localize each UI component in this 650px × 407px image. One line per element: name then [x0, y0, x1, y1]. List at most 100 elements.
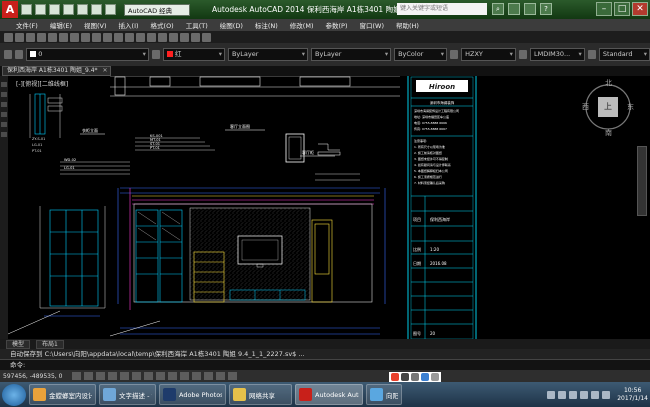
command-input[interactable]: 命令:	[0, 359, 650, 370]
open-file-icon[interactable]	[35, 4, 46, 15]
save-icon[interactable]	[49, 4, 60, 15]
text-style-icon[interactable]	[450, 50, 459, 59]
menu-parametric[interactable]: 参数(P)	[325, 20, 347, 30]
preview-icon[interactable]	[48, 32, 57, 42]
search-input[interactable]: 键入关键字或短语	[397, 3, 487, 15]
viewport-controls[interactable]: [-][俯视][二维线框]	[16, 79, 68, 88]
task-jintanglang[interactable]: 金螳螂室内设计C...	[29, 384, 96, 405]
3d-object-snap-icon[interactable]	[144, 372, 154, 380]
menu-view[interactable]: 视图(V)	[84, 20, 107, 30]
paste-icon[interactable]	[81, 32, 90, 42]
task-chat[interactable]: 向阳	[366, 384, 402, 405]
viewcube-south[interactable]: 南	[605, 128, 612, 138]
layer-state-icon[interactable]	[15, 50, 24, 59]
menu-file[interactable]: 文件(F)	[16, 20, 38, 30]
navigation-bar[interactable]	[637, 146, 647, 216]
copy-icon[interactable]	[70, 32, 79, 42]
menu-insert[interactable]: 插入(I)	[119, 20, 139, 30]
user-icon[interactable]	[508, 3, 520, 15]
help-icon[interactable]: ?	[540, 3, 552, 15]
match-properties-icon[interactable]	[92, 32, 101, 42]
viewcube-east[interactable]: 东	[627, 102, 634, 112]
make-current-icon[interactable]	[151, 50, 160, 59]
ime-punctuation-icon[interactable]	[411, 373, 419, 381]
viewcube-west[interactable]: 西	[582, 102, 589, 112]
close-button[interactable]: ✕	[632, 2, 648, 16]
menu-draw[interactable]: 绘图(D)	[220, 20, 243, 30]
menu-tools[interactable]: 工具(T)	[186, 20, 208, 30]
task-autocad[interactable]: Autodesk AutoC...	[295, 384, 363, 405]
new-file-icon[interactable]	[21, 4, 32, 15]
lineweight-select[interactable]: ByLayer	[311, 48, 392, 61]
plot-style-select[interactable]: ByColor	[394, 48, 447, 61]
open-icon[interactable]	[15, 32, 24, 42]
zoom-previous-icon[interactable]	[158, 32, 167, 42]
table-style-icon[interactable]	[587, 50, 596, 59]
redo-icon[interactable]	[114, 32, 123, 42]
tab-layout1[interactable]: 布局1	[36, 339, 64, 349]
viewcube-top-face[interactable]: 上	[598, 97, 618, 117]
new-icon[interactable]	[4, 32, 13, 42]
volume-icon[interactable]	[558, 390, 567, 399]
table-style-select[interactable]: Standard	[598, 48, 650, 61]
clock[interactable]: 10:56 2017/1/14	[617, 387, 648, 403]
layer-manager-icon[interactable]	[4, 50, 13, 59]
tray-app-icon[interactable]	[591, 390, 600, 399]
task-photoshop[interactable]: Adobe Photosh...	[159, 384, 226, 405]
viewcube[interactable]: 北 南 东 西 上	[582, 78, 635, 140]
object-snap-icon[interactable]	[132, 372, 142, 380]
text-style-select[interactable]: HZXY	[461, 48, 516, 61]
task-network-share[interactable]: 网络共享	[229, 384, 292, 405]
dim-style-select[interactable]: LMDIM30...	[530, 48, 585, 61]
maximize-button[interactable]: □	[614, 2, 630, 16]
start-button[interactable]	[2, 383, 26, 406]
object-tracking-icon[interactable]	[156, 372, 166, 380]
zoom-window-icon[interactable]	[147, 32, 156, 42]
transparency-icon[interactable]	[204, 372, 214, 380]
autocad-logo-icon[interactable]: A	[2, 1, 18, 18]
undo-icon[interactable]	[103, 32, 112, 42]
ortho-icon[interactable]	[108, 372, 118, 380]
save-as-icon[interactable]	[63, 4, 74, 15]
tool-palettes-icon[interactable]	[191, 32, 200, 42]
keyboard-icon[interactable]	[602, 390, 611, 399]
dim-style-icon[interactable]	[518, 50, 528, 59]
file-tab[interactable]: 保利西海岸 A1栋3401 陶姐_9.4* ✕	[2, 66, 111, 76]
polar-tracking-icon[interactable]	[120, 372, 130, 380]
zoom-realtime-icon[interactable]	[136, 32, 145, 42]
viewcube-north[interactable]: 北	[605, 78, 612, 88]
help-icon[interactable]	[202, 32, 211, 42]
tab-model[interactable]: 模型	[6, 339, 31, 349]
linetype-select[interactable]: ByLayer	[227, 48, 309, 61]
ime-mode-icon[interactable]	[401, 373, 409, 381]
cut-icon[interactable]	[59, 32, 68, 42]
layer-select[interactable]: 0	[26, 48, 149, 61]
undo-icon[interactable]	[91, 4, 102, 15]
quick-properties-icon[interactable]	[216, 372, 226, 380]
search-icon[interactable]: ⌕	[492, 3, 504, 15]
menu-format[interactable]: 格式(O)	[151, 20, 174, 30]
task-notepad[interactable]: 文字描述 - 记事本	[99, 384, 156, 405]
workspace-select[interactable]: AutoCAD 经典	[124, 3, 190, 16]
pan-icon[interactable]	[125, 32, 134, 42]
dynamic-input-icon[interactable]	[180, 372, 190, 380]
print-icon[interactable]	[77, 4, 88, 15]
dynamic-ucs-icon[interactable]	[168, 372, 178, 380]
grid-icon[interactable]	[96, 372, 106, 380]
snap-mode-icon[interactable]	[84, 372, 94, 380]
menu-edit[interactable]: 编辑(E)	[50, 20, 72, 30]
selection-cycling-icon[interactable]	[228, 372, 238, 380]
menu-dimension[interactable]: 标注(N)	[255, 20, 278, 30]
menu-window[interactable]: 窗口(W)	[359, 20, 384, 30]
ime-keyboard-icon[interactable]	[421, 373, 429, 381]
minimize-button[interactable]: –	[596, 2, 612, 16]
drawing-canvas[interactable]: ZY-S-01 LG-01 PT-01 衣柜立面 客厅柜 客厅立面图 KS-00…	[0, 76, 650, 339]
print-icon[interactable]	[37, 32, 46, 42]
network-icon[interactable]	[547, 390, 556, 399]
close-tab-icon[interactable]: ✕	[103, 67, 108, 75]
color-select[interactable]: 红	[162, 48, 225, 61]
lineweight-icon[interactable]	[192, 372, 202, 380]
ime-settings-icon[interactable]	[431, 373, 439, 381]
exchange-icon[interactable]	[524, 3, 536, 15]
redo-icon[interactable]	[105, 4, 116, 15]
